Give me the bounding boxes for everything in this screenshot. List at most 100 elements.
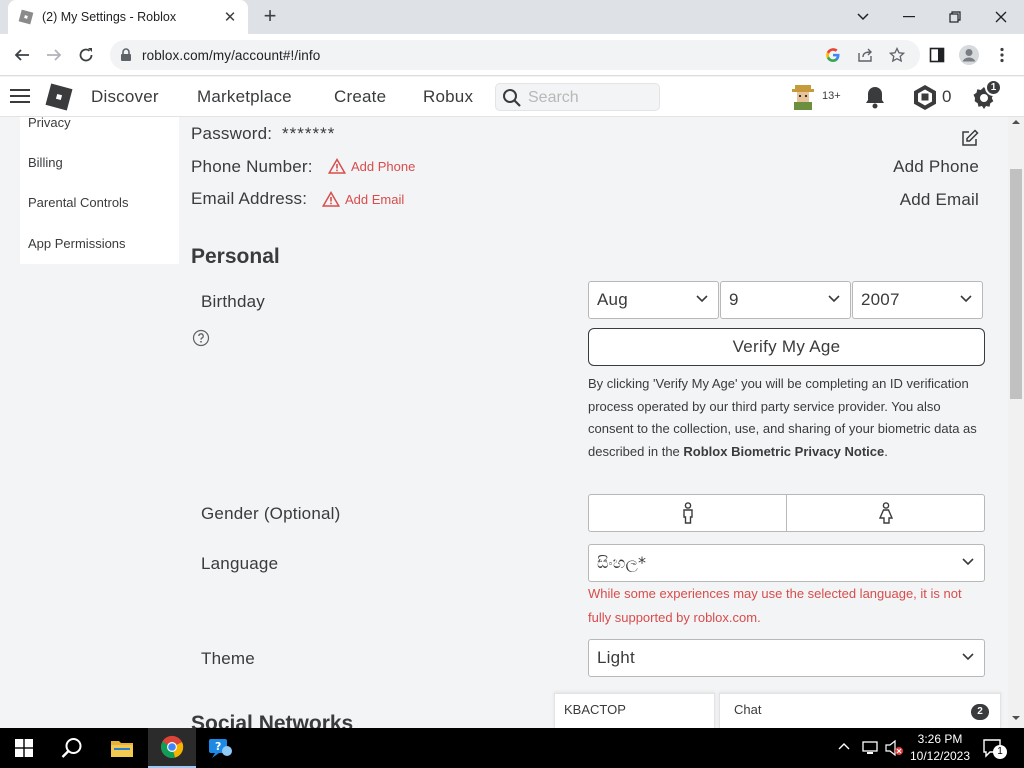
- warning-icon: [322, 191, 345, 207]
- birthday-day-value: 9: [729, 290, 739, 309]
- robux-icon[interactable]: [912, 84, 938, 110]
- verify-age-disclaimer: By clicking 'Verify My Age' you will be …: [588, 373, 983, 463]
- verify-disclaimer-end: .: [884, 443, 888, 459]
- sidebar-item-parental-controls[interactable]: Parental Controls: [28, 195, 128, 210]
- add-email-button[interactable]: Add Email: [860, 190, 979, 210]
- help-icon[interactable]: [192, 329, 210, 347]
- password-value: *******: [282, 124, 336, 143]
- nav-marketplace[interactable]: Marketplace: [197, 87, 292, 107]
- social-networks-heading-wrap: Social Networks: [191, 712, 391, 728]
- notification-bell-icon[interactable]: [864, 85, 886, 109]
- restore-icon[interactable]: [932, 0, 978, 34]
- add-email-link[interactable]: Add Email: [322, 191, 404, 207]
- windows-taskbar: ? 3:26 PM 10/12/2023 1: [0, 728, 1024, 768]
- scrollbar-thumb[interactable]: [1010, 169, 1022, 399]
- taskbar-search-icon[interactable]: [48, 728, 96, 768]
- birthday-label: Birthday: [201, 292, 265, 311]
- svg-text:?: ?: [215, 740, 221, 753]
- theme-value: Light: [597, 648, 635, 667]
- close-window-icon[interactable]: [978, 0, 1024, 34]
- language-label: Language: [201, 554, 279, 573]
- minimize-icon[interactable]: [886, 0, 932, 34]
- chat-friend-name: KBACTOP: [564, 702, 626, 717]
- file-explorer-icon[interactable]: [98, 728, 146, 768]
- email-label: Email Address:: [191, 189, 308, 208]
- chat-panel-tab[interactable]: Chat 2: [719, 693, 1001, 728]
- google-icon[interactable]: [824, 46, 842, 64]
- chevron-down-icon: [696, 295, 708, 303]
- biometric-privacy-link[interactable]: Roblox Biometric Privacy Notice: [683, 444, 884, 459]
- roblox-header: Discover Marketplace Create Robux 13+ 0 …: [0, 77, 1024, 117]
- language-select[interactable]: සිංහල*: [588, 544, 985, 582]
- hamburger-menu-icon[interactable]: [10, 88, 30, 104]
- age-badge: 13+: [822, 90, 841, 102]
- back-icon[interactable]: [10, 43, 34, 67]
- browser-toolbar: roblox.com/my/account#!/info: [0, 34, 1024, 76]
- theme-select[interactable]: Light: [588, 639, 985, 677]
- nav-discover[interactable]: Discover: [91, 87, 159, 107]
- language-value: සිංහල*: [597, 553, 647, 572]
- search-icon: [502, 88, 522, 108]
- chevron-down-icon: [962, 558, 974, 566]
- scroll-down-icon[interactable]: [1012, 715, 1020, 721]
- birthday-year-select[interactable]: 2007: [852, 281, 983, 319]
- gender-selector: [588, 494, 985, 532]
- browser-menu-icon[interactable]: [990, 43, 1014, 67]
- close-tab-icon[interactable]: ✕: [222, 9, 238, 26]
- chevron-down-icon: [960, 295, 972, 303]
- sidebar-item-app-permissions[interactable]: App Permissions: [28, 236, 126, 251]
- sidebar-item-billing[interactable]: Billing: [28, 155, 63, 170]
- page-scrollbar[interactable]: [1008, 117, 1024, 728]
- birthday-day-select[interactable]: 9: [720, 281, 851, 319]
- nav-create[interactable]: Create: [334, 87, 386, 107]
- reload-icon[interactable]: [74, 43, 98, 67]
- edit-password-icon[interactable]: [961, 129, 979, 147]
- browser-tab-title: (2) My Settings - Roblox: [42, 10, 177, 24]
- clock-date: 10/12/2023: [909, 749, 971, 763]
- new-tab-icon[interactable]: +: [258, 5, 282, 29]
- phone-label: Phone Number:: [191, 157, 313, 176]
- share-icon[interactable]: [856, 46, 874, 64]
- browser-tab[interactable]: (2) My Settings - Roblox ✕: [8, 0, 248, 34]
- search-input[interactable]: [528, 87, 653, 109]
- add-phone-button[interactable]: Add Phone: [860, 157, 979, 177]
- profile-avatar-icon[interactable]: [957, 43, 981, 67]
- gender-female-button[interactable]: [787, 495, 985, 531]
- chat-unread-badge: 2: [971, 704, 989, 720]
- user-avatar[interactable]: [788, 83, 818, 111]
- address-bar[interactable]: roblox.com/my/account#!/info: [110, 40, 920, 70]
- gender-male-button[interactable]: [589, 495, 787, 531]
- language-warning: While some experiences may use the selec…: [588, 586, 962, 625]
- birthday-month-select[interactable]: Aug: [588, 281, 719, 319]
- network-icon[interactable]: [862, 740, 880, 756]
- sidebar-item-privacy[interactable]: Privacy: [28, 115, 71, 130]
- gender-label: Gender (Optional): [201, 504, 341, 523]
- windows-start-icon[interactable]: [0, 728, 48, 768]
- nav-robux[interactable]: Robux: [423, 87, 473, 107]
- tab-search-icon[interactable]: [840, 0, 886, 34]
- chrome-taskbar-icon[interactable]: [148, 728, 196, 768]
- lock-icon: [120, 48, 132, 62]
- clock-time: 3:26 PM: [917, 732, 963, 746]
- browser-tab-strip: (2) My Settings - Roblox ✕ +: [0, 0, 1024, 34]
- add-phone-link[interactable]: Add Phone: [328, 158, 415, 174]
- robux-count: 0: [942, 87, 952, 106]
- scroll-up-icon[interactable]: [1012, 119, 1020, 125]
- social-networks-heading: Social Networks: [191, 712, 354, 728]
- volume-muted-icon[interactable]: [884, 739, 904, 757]
- warning-icon: [328, 158, 351, 174]
- tray-chevron-up-icon[interactable]: [838, 742, 850, 750]
- taskbar-clock[interactable]: 3:26 PM 10/12/2023: [908, 731, 972, 765]
- side-panel-icon[interactable]: [925, 43, 949, 67]
- chat-friend-tab[interactable]: KBACTOP: [554, 693, 715, 728]
- personal-heading: Personal: [191, 245, 280, 268]
- male-icon: [681, 502, 695, 524]
- roblox-logo-icon[interactable]: [44, 82, 74, 112]
- url-text: roblox.com/my/account#!/info: [142, 48, 321, 63]
- bookmark-star-icon[interactable]: [888, 46, 906, 64]
- verify-my-age-button[interactable]: Verify My Age: [588, 328, 985, 366]
- notification-count-badge: 1: [993, 745, 1007, 759]
- forward-icon[interactable]: [42, 43, 66, 67]
- search-box[interactable]: [495, 83, 660, 111]
- quick-assist-icon[interactable]: ?: [196, 728, 244, 768]
